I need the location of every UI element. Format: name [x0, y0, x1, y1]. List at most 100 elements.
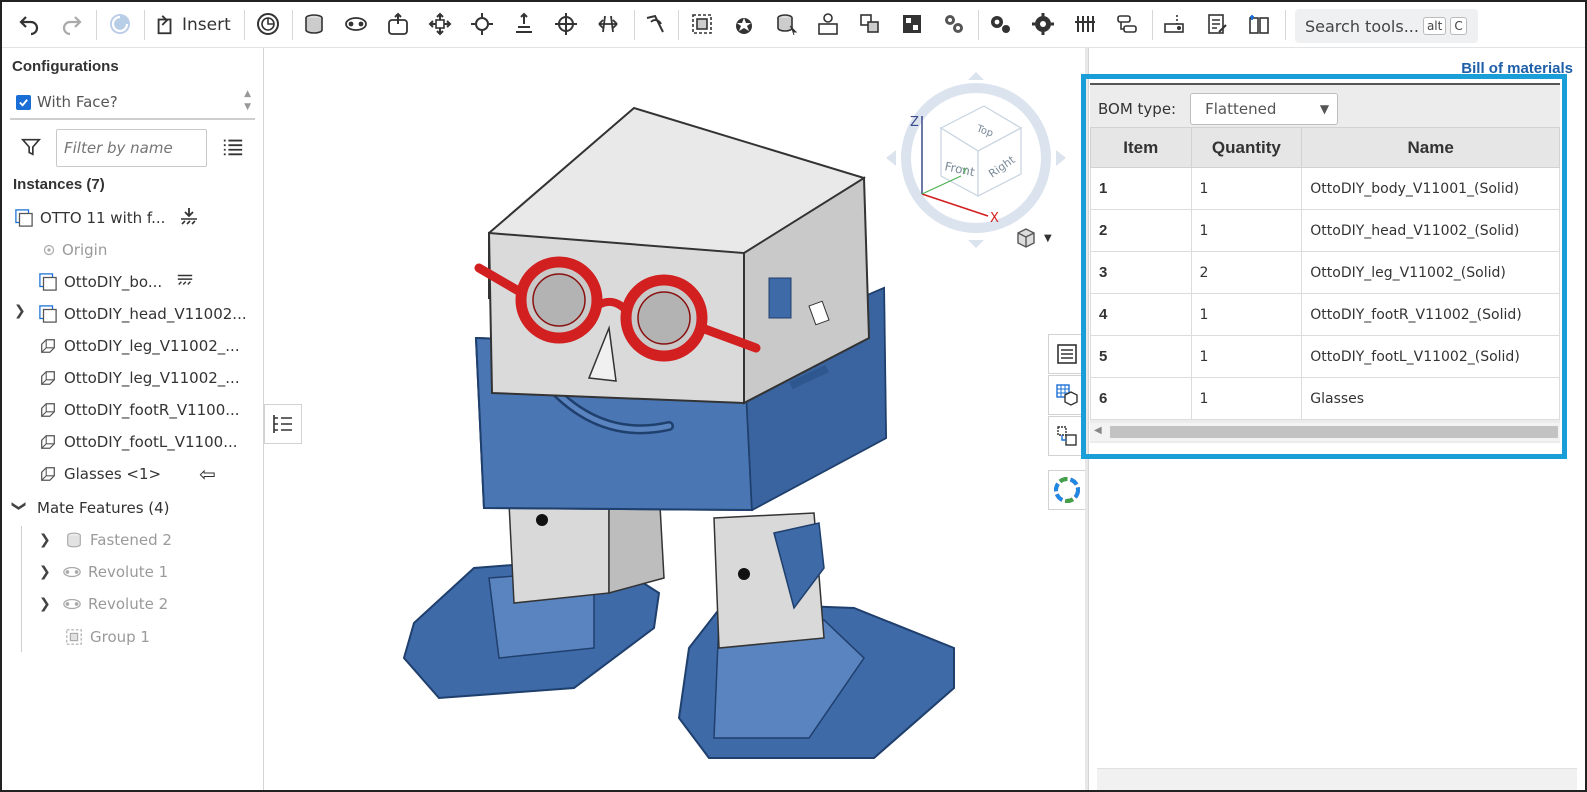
- properties-icon[interactable]: [1244, 9, 1274, 39]
- chevron-down-icon: ▼: [1319, 102, 1330, 116]
- fixed-icon[interactable]: [179, 206, 199, 230]
- cell-name: OttoDIY_footR_V11002_(Solid): [1301, 293, 1560, 336]
- feature-list-icon: [273, 415, 292, 433]
- column-header-quantity[interactable]: Quantity: [1190, 127, 1303, 168]
- instance-root[interactable]: OTTO 11 with f...: [14, 204, 199, 232]
- origin-icon: [42, 240, 56, 260]
- bom-type-select[interactable]: Flattened ▼: [1190, 93, 1339, 125]
- column-header-name[interactable]: Name: [1301, 127, 1560, 168]
- insert-label: Insert: [182, 15, 231, 35]
- column-header-item[interactable]: Item: [1090, 127, 1192, 168]
- section-view-icon[interactable]: [1159, 9, 1189, 39]
- part-studio-icon: [38, 272, 58, 292]
- cell-name: OttoDIY_body_V11001_(Solid): [1301, 167, 1560, 210]
- chevron-down-icon: ▼: [1044, 232, 1052, 244]
- mate-fastened-2[interactable]: Fastened 2: [64, 526, 172, 554]
- cell-quantity: 1: [1190, 209, 1303, 252]
- cylindrical-mate-icon[interactable]: [551, 9, 581, 39]
- expand-chevron-icon[interactable]: ❯: [39, 596, 51, 612]
- revolute-mate-icon: [62, 594, 82, 614]
- instance-label: OTTO 11 with f...: [40, 209, 166, 227]
- with-face-config[interactable]: With Face? ▲ ▼: [10, 86, 255, 120]
- cube-view-icon: [1017, 228, 1035, 248]
- refresh-icon[interactable]: [105, 9, 135, 39]
- search-tools-button[interactable]: Search tools... alt C: [1295, 9, 1478, 43]
- table-row[interactable]: 2 1 OttoDIY_head_V11002_(Solid): [1090, 209, 1560, 252]
- filter-by-name-input[interactable]: [56, 129, 207, 167]
- undo-icon[interactable]: [14, 9, 44, 39]
- instance-label: OttoDIY_leg_V11002_...: [64, 337, 240, 355]
- instance-body[interactable]: OttoDIY_bo...: [38, 268, 194, 296]
- tangent-mate-icon[interactable]: [640, 9, 670, 39]
- graphics-viewport[interactable]: Top Front Right Z X Y ▼: [264, 48, 1088, 790]
- filter-icon[interactable]: [20, 136, 42, 162]
- redo-icon[interactable]: [57, 9, 87, 39]
- measure-icon[interactable]: [1202, 9, 1232, 39]
- expand-chevron-icon[interactable]: ❯: [14, 303, 26, 319]
- parallel-mate-icon[interactable]: [593, 9, 623, 39]
- fixed-icon[interactable]: [176, 273, 194, 291]
- bom-panel: Bill of materials BOM type: Flattened ▼ …: [1081, 48, 1585, 790]
- list-view-icon[interactable]: [222, 136, 244, 162]
- mate-connector-2-icon[interactable]: [771, 9, 801, 39]
- instance-foot-r[interactable]: OttoDIY_footR_V1100...: [38, 396, 240, 424]
- fastened-mate-icon[interactable]: [299, 9, 329, 39]
- instance-label: OttoDIY_footR_V1100...: [64, 401, 240, 419]
- table-row[interactable]: 1 1 OttoDIY_body_V11001_(Solid): [1090, 167, 1560, 210]
- relation-icon[interactable]: [813, 9, 843, 39]
- instance-leg-1[interactable]: OttoDIY_leg_V11002_...: [38, 332, 240, 360]
- group-icon[interactable]: [687, 9, 717, 39]
- table-row[interactable]: 4 1 OttoDIY_footR_V11002_(Solid): [1090, 293, 1560, 336]
- with-face-checkbox[interactable]: [16, 94, 31, 110]
- bom-type-value: Flattened: [1205, 100, 1277, 118]
- insert-icon: [157, 15, 172, 35]
- axis-y-label: Y: [961, 167, 968, 177]
- instance-glasses[interactable]: Glasses <1> ⇦: [38, 460, 216, 488]
- replicate-icon[interactable]: [729, 9, 759, 39]
- screw-relation-icon[interactable]: [1028, 9, 1058, 39]
- explode-icon[interactable]: [897, 9, 927, 39]
- instance-head[interactable]: OttoDIY_head_V11002...: [38, 300, 247, 328]
- instance-origin[interactable]: Origin: [42, 236, 107, 264]
- gear-relation-icon[interactable]: [939, 9, 969, 39]
- insert-button[interactable]: Insert: [154, 10, 231, 40]
- revolute-mate-icon[interactable]: [341, 9, 371, 39]
- linear-relation-icon[interactable]: [1070, 9, 1100, 39]
- mate-revolute-2[interactable]: Revolute 2: [62, 590, 168, 618]
- ball-mate-icon[interactable]: [467, 9, 497, 39]
- cell-quantity: 1: [1190, 335, 1303, 378]
- display-state-icon[interactable]: [1112, 9, 1142, 39]
- mate-label: Revolute 1: [88, 563, 169, 581]
- slider-mate-icon[interactable]: [383, 9, 413, 39]
- feature-tree-panel: Configurations With Face? ▲▼ Instances (…: [2, 48, 264, 790]
- expand-chevron-icon[interactable]: ❯: [39, 532, 51, 548]
- mate-group-1[interactable]: Group 1: [64, 623, 150, 651]
- table-row[interactable]: 6 1 Glasses: [1090, 377, 1560, 420]
- part-studio-icon: [38, 304, 58, 324]
- scroll-left-icon[interactable]: ◀: [1094, 425, 1102, 436]
- table-row[interactable]: 5 1 OttoDIY_footL_V11002_(Solid): [1090, 335, 1560, 378]
- mate-features-header[interactable]: Mate Features (4): [37, 494, 170, 522]
- mate-label: Fastened 2: [90, 531, 172, 549]
- instance-label: Origin: [62, 241, 108, 259]
- feature-list-toggle[interactable]: [264, 404, 302, 444]
- mate-connector-icon[interactable]: [253, 9, 283, 39]
- table-row[interactable]: 3 2 OttoDIY_leg_V11002_(Solid): [1090, 251, 1560, 294]
- scrollbar-thumb[interactable]: [1110, 426, 1558, 438]
- instance-foot-l[interactable]: OttoDIY_footL_V1100...: [38, 428, 238, 456]
- expand-chevron-icon[interactable]: ❯: [39, 564, 51, 580]
- appearance-panel-toggle[interactable]: [1048, 470, 1086, 510]
- collapse-chevron-icon[interactable]: ❯: [11, 500, 27, 512]
- rack-pinion-icon[interactable]: [985, 9, 1015, 39]
- linear-pattern-icon[interactable]: [855, 9, 885, 39]
- pin-slot-mate-icon[interactable]: [509, 9, 539, 39]
- mate-revolute-1[interactable]: Revolute 1: [62, 558, 168, 586]
- view-options-dropdown[interactable]: ▼: [1014, 226, 1052, 250]
- instance-leg-2[interactable]: OttoDIY_leg_V11002_...: [38, 364, 240, 392]
- part-icon: [38, 336, 58, 356]
- fastened-mate-icon: [64, 530, 84, 550]
- planar-mate-icon[interactable]: [425, 9, 455, 39]
- config-scroll-arrows[interactable]: ▲ ▼: [244, 88, 251, 114]
- part-studio-icon: [14, 208, 34, 228]
- horizontal-scrollbar[interactable]: ◀: [1090, 423, 1560, 441]
